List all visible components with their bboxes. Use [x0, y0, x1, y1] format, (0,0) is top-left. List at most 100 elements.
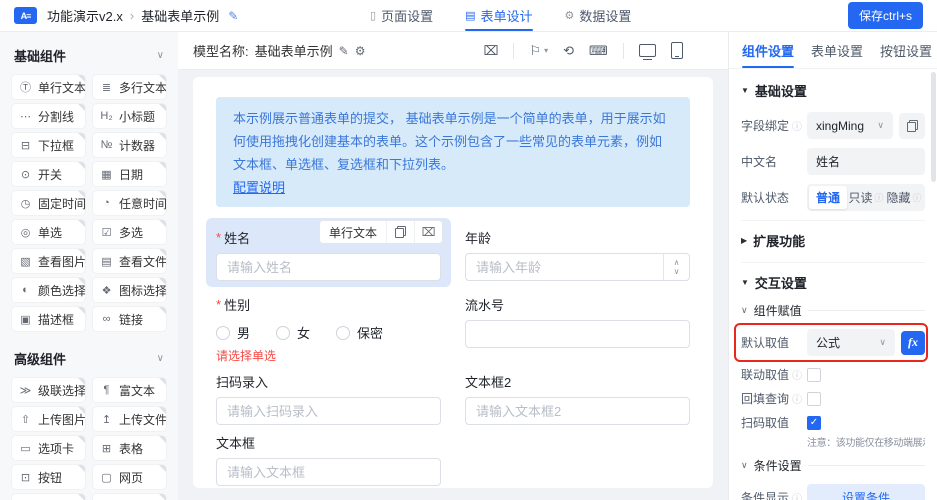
refresh-icon[interactable]: ⟲	[563, 43, 574, 59]
collapse-chevron-icon[interactable]: ∨	[157, 353, 164, 364]
serial-input[interactable]	[465, 320, 690, 348]
textbox2-input[interactable]	[465, 397, 690, 425]
component-item[interactable]: ◐颜色选择	[12, 278, 85, 302]
component-icon: ⊟	[19, 139, 32, 152]
gender-radio-option[interactable]: 男	[216, 323, 250, 342]
component-item[interactable]: ▧查看图片	[12, 249, 85, 273]
scan-note: 注意：该功能仅在移动端展示扫码!	[807, 434, 925, 449]
section-basic-settings[interactable]: ▼ 基础设置	[741, 81, 925, 100]
gender-radio-option[interactable]: 女	[276, 323, 310, 342]
state-hidden[interactable]: 隐藏 ⓘ	[885, 186, 923, 209]
formula-fx-button[interactable]: fx	[901, 331, 925, 355]
component-item[interactable]: ▣描述框	[12, 307, 85, 331]
section-interaction-settings[interactable]: ▼ 交互设置	[741, 262, 925, 300]
component-item[interactable]: ◷固定时间	[12, 191, 85, 215]
subsection-component-assignment[interactable]: ∨ 组件赋值	[741, 302, 925, 319]
theme-style-icon[interactable]: ⚐ ▾	[529, 43, 548, 59]
edit-title-icon[interactable]: ✎	[228, 9, 238, 23]
component-item[interactable]: ◎单选	[12, 220, 85, 244]
breadcrumb-project[interactable]: 功能演示v2.x	[47, 6, 123, 25]
component-item[interactable]: ▢网页	[93, 465, 166, 489]
component-item[interactable]: ⇧上传图片	[12, 407, 85, 431]
scan-checkbox[interactable]: ✓	[807, 416, 821, 430]
linkage-checkbox[interactable]	[807, 368, 821, 382]
spinner-up-icon[interactable]: ∧	[674, 258, 680, 267]
selected-field-name[interactable]: 单行文本 ⌧ * 姓名	[206, 218, 451, 287]
component-item[interactable]: ☑多选	[93, 220, 166, 244]
component-item[interactable]: ◔任意时间	[93, 191, 166, 215]
subsection-condition-settings[interactable]: ∨ 条件设置	[741, 457, 925, 474]
component-item[interactable]: ▤查看文件	[93, 249, 166, 273]
tab-form-settings[interactable]: 表单设置	[811, 32, 863, 68]
radio-icon[interactable]	[276, 326, 290, 340]
age-input[interactable]	[465, 253, 690, 281]
mobile-preview-icon[interactable]	[671, 42, 683, 59]
radio-icon[interactable]	[216, 326, 230, 340]
panel-scrollbar[interactable]	[931, 72, 936, 496]
radio-label: 男	[237, 323, 250, 342]
component-item[interactable]: ❖图标选择	[93, 278, 166, 302]
gender-radio-option[interactable]: 保密	[336, 323, 383, 342]
tab-button-settings[interactable]: 按钮设置	[880, 32, 932, 68]
component-item[interactable]: ≣多行文本	[93, 75, 166, 99]
copy-binding-button[interactable]	[899, 113, 925, 139]
component-item[interactable]: ⊕定位	[93, 494, 166, 500]
component-label: 富文本	[119, 382, 155, 399]
tab-data-settings[interactable]: ⚙ 数据设置	[565, 0, 632, 31]
component-icon: ⊙	[19, 168, 32, 181]
scrollbar-thumb[interactable]	[931, 72, 936, 182]
component-item[interactable]: №计数器	[93, 133, 166, 157]
component-item[interactable]: Ⓣ单行文本	[12, 75, 85, 99]
component-item[interactable]: ⊟下拉框	[12, 133, 85, 157]
form-designer-app: A≡ 功能演示v2.x › 基础表单示例 ✎ ▯ 页面设置 ▤ 表单设计 ⚙ 数…	[0, 0, 937, 500]
component-item[interactable]: ↥上传文件	[93, 407, 166, 431]
name-input[interactable]	[216, 253, 441, 281]
component-icon: ≫	[19, 384, 32, 397]
textbox-input[interactable]	[216, 458, 441, 486]
set-show-condition-button[interactable]: 设置条件	[807, 484, 925, 500]
component-item[interactable]: ⊡按钮	[12, 465, 85, 489]
component-item[interactable]: ▦日期	[93, 162, 166, 186]
clear-canvas-icon[interactable]: ⌧	[483, 43, 498, 59]
state-readonly[interactable]: 只读 ⓘ	[847, 186, 885, 209]
scan-input[interactable]	[216, 397, 441, 425]
component-item[interactable]: ¶富文本	[93, 378, 166, 402]
default-value-select[interactable]: 公式 ∨	[807, 329, 895, 356]
model-settings-icon[interactable]: ⚙	[355, 44, 366, 58]
number-spinner[interactable]: ∧ ∨	[663, 254, 689, 280]
component-item[interactable]: ⋯分割线	[12, 104, 85, 128]
section-extend-functions[interactable]: ▶ 扩展功能	[741, 220, 925, 260]
field-binding-select[interactable]: xingMing ∨	[807, 112, 893, 139]
cn-name-input[interactable]: 姓名	[807, 148, 925, 175]
field-label-textbox2: 文本框2	[465, 372, 690, 391]
desktop-preview-icon[interactable]	[639, 44, 656, 57]
copy-component-icon[interactable]	[386, 221, 414, 243]
component-label: 查看文件	[119, 253, 166, 270]
component-label: 单选	[38, 224, 62, 241]
radio-icon[interactable]	[336, 326, 350, 340]
component-item[interactable]: ▭选项卡	[12, 436, 85, 460]
component-item[interactable]: H₂小标题	[93, 104, 166, 128]
component-item[interactable]: ≫ 级联选择	[12, 378, 85, 402]
delete-component-icon[interactable]: ⌧	[414, 221, 442, 243]
component-item[interactable]: ⊞表格	[93, 436, 166, 460]
component-icon: ◷	[19, 197, 32, 210]
component-item[interactable]: ∞链接	[93, 307, 166, 331]
tab-component-settings[interactable]: 组件设置	[742, 32, 794, 68]
component-item[interactable]: #流水号	[12, 494, 85, 500]
component-label: 级联选择	[38, 382, 85, 399]
collapse-chevron-icon[interactable]: ∨	[157, 50, 164, 61]
save-button[interactable]: 保存ctrl+s	[848, 2, 923, 29]
edit-model-icon[interactable]: ✎	[339, 44, 349, 58]
tab-form-design[interactable]: ▤ 表单设计	[465, 0, 532, 31]
component-item[interactable]: ⊙开关	[12, 162, 85, 186]
state-normal[interactable]: 普通	[809, 186, 847, 209]
tab-page-settings[interactable]: ▯ 页面设置	[370, 0, 433, 31]
config-doc-link[interactable]: 配置说明	[233, 176, 285, 199]
backfill-checkbox[interactable]	[807, 392, 821, 406]
row-field-binding: 字段绑定 ⓘ xingMing ∨	[741, 112, 925, 139]
app-logo[interactable]: A≡	[14, 7, 37, 24]
shortcut-keyboard-icon[interactable]: ⌨	[589, 43, 608, 59]
component-label: 任意时间	[119, 195, 166, 212]
spinner-down-icon[interactable]: ∨	[674, 267, 680, 276]
